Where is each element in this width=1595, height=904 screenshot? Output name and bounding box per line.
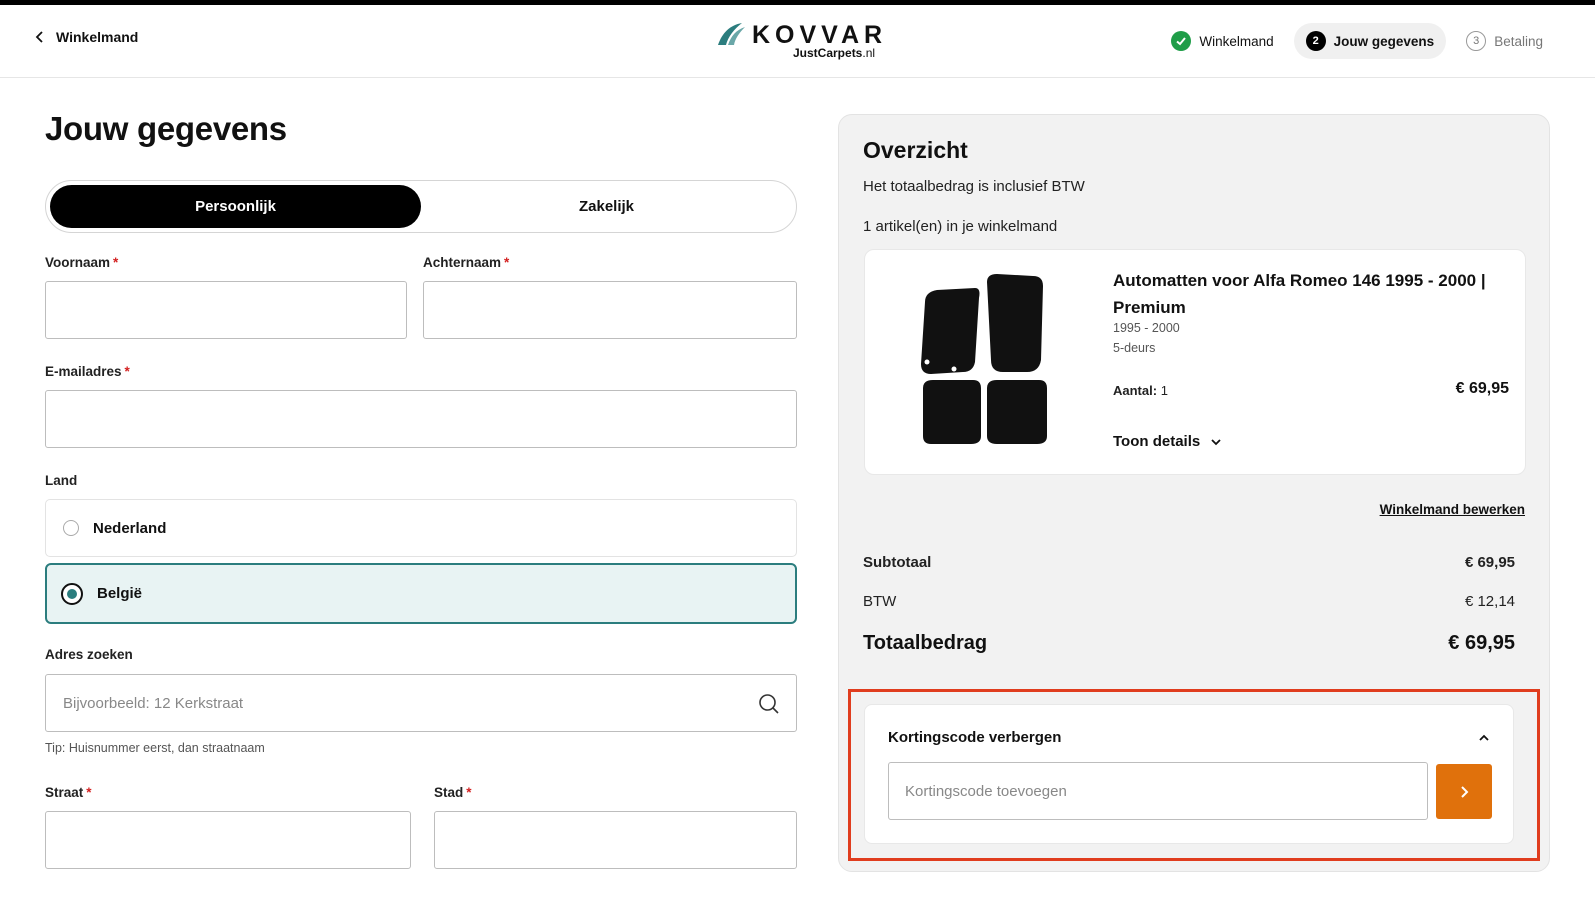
chevron-down-icon bbox=[1211, 438, 1221, 445]
item-doors: 5-deurs bbox=[1113, 341, 1156, 355]
back-to-cart-link[interactable]: Winkelmand bbox=[34, 29, 138, 45]
subtotal-label: Subtotaal bbox=[863, 554, 932, 571]
last-name-label: Achternaam * bbox=[423, 255, 510, 270]
first-name-field[interactable] bbox=[45, 281, 407, 339]
show-details-toggle[interactable]: Toon details bbox=[1113, 433, 1222, 450]
coupon-toggle[interactable]: Kortingscode verbergen bbox=[888, 729, 1061, 746]
logo-subtitle: JustCarpets.nl bbox=[793, 46, 876, 60]
step-details: 2 Jouw gegevens bbox=[1293, 23, 1447, 59]
street-field[interactable] bbox=[45, 811, 411, 869]
item-quantity: Aantal: 1 bbox=[1113, 383, 1168, 398]
tab-personal[interactable]: Persoonlijk bbox=[50, 185, 421, 228]
coupon-placeholder: Kortingscode toevoegen bbox=[905, 782, 1067, 800]
country-option-label: Nederland bbox=[93, 519, 167, 537]
country-option-label: België bbox=[97, 585, 143, 602]
kovvar-logo[interactable]: KOVVAR JustCarpets.nl bbox=[716, 19, 886, 63]
total-label: Totaalbedrag bbox=[863, 632, 988, 654]
total-value: € 69,95 bbox=[1448, 632, 1515, 654]
step-cart[interactable]: Winkelmand bbox=[1159, 23, 1285, 59]
radio-selected-icon bbox=[61, 582, 83, 605]
country-option-nederland[interactable]: Nederland bbox=[45, 499, 797, 557]
tab-business[interactable]: Zakelijk bbox=[421, 185, 792, 228]
step-payment: 3 Betaling bbox=[1454, 23, 1555, 59]
address-search-label: Adres zoeken bbox=[45, 647, 133, 662]
step-label: Betaling bbox=[1494, 33, 1543, 49]
coupon-code-input[interactable]: Kortingscode toevoegen bbox=[888, 762, 1428, 820]
city-label: Stad * bbox=[434, 785, 472, 800]
first-name-label: Voornaam * bbox=[45, 255, 119, 270]
checkout-steps: Winkelmand 2 Jouw gegevens 3 Betaling bbox=[1159, 23, 1555, 59]
email-field[interactable] bbox=[45, 390, 797, 448]
email-label: E-mailadres * bbox=[45, 364, 130, 379]
chevron-left-icon bbox=[35, 31, 43, 43]
edit-cart-link[interactable]: Winkelmand bewerken bbox=[1380, 502, 1525, 517]
show-details-label: Toon details bbox=[1113, 433, 1201, 450]
apply-coupon-button[interactable] bbox=[1436, 764, 1492, 819]
address-search-input[interactable]: Bijvoorbeeld: 12 Kerkstraat bbox=[45, 674, 797, 732]
cart-item: Automatten voor Alfa Romeo 146 1995 - 20… bbox=[864, 249, 1526, 475]
address-placeholder: Bijvoorbeeld: 12 Kerkstraat bbox=[63, 694, 244, 712]
logo-mark-icon bbox=[718, 23, 745, 45]
radio-icon bbox=[63, 520, 79, 536]
vat-label: BTW bbox=[863, 593, 897, 610]
chevron-right-icon bbox=[1461, 785, 1469, 798]
coupon-section: Kortingscode verbergen Kortingscode toev… bbox=[864, 704, 1514, 844]
step-label: Winkelmand bbox=[1199, 33, 1274, 49]
step-label: Jouw gegevens bbox=[1333, 33, 1435, 49]
total-row: Totaalbedrag € 69,95 bbox=[863, 632, 1515, 655]
vat-row: BTW € 12,14 bbox=[863, 593, 1515, 610]
country-option-belgie[interactable]: België bbox=[45, 563, 797, 624]
search-icon[interactable] bbox=[758, 693, 780, 715]
item-years: 1995 - 2000 bbox=[1113, 321, 1180, 335]
back-link-label: Winkelmand bbox=[56, 29, 139, 45]
coupon-highlight: Kortingscode verbergen Kortingscode toev… bbox=[848, 689, 1540, 861]
items-count: 1 artikel(en) in je winkelmand bbox=[863, 218, 1058, 235]
address-tip: Tip: Huisnummer eerst, dan straatnaam bbox=[45, 741, 265, 755]
subtotal-value: € 69,95 bbox=[1464, 554, 1515, 571]
step-number: 2 bbox=[1305, 31, 1326, 51]
city-field[interactable] bbox=[434, 811, 797, 869]
item-title: Automatten voor Alfa Romeo 146 1995 - 20… bbox=[1113, 271, 1486, 317]
details-form: Jouw gegevens Persoonlijk Zakelijk Voorn… bbox=[45, 110, 800, 869]
check-icon bbox=[1171, 31, 1192, 51]
last-name-field[interactable] bbox=[423, 281, 797, 339]
item-price: € 69,95 bbox=[1455, 380, 1509, 397]
page-title: Jouw gegevens bbox=[45, 110, 287, 147]
chevron-up-icon[interactable] bbox=[1477, 731, 1491, 745]
step-number: 3 bbox=[1466, 31, 1487, 51]
vat-note: Het totaalbedrag is inclusief BTW bbox=[863, 178, 1085, 195]
country-label: Land bbox=[45, 473, 78, 488]
order-overview: Overzicht Het totaalbedrag is inclusief … bbox=[838, 114, 1550, 872]
subtotal-row: Subtotaal € 69,95 bbox=[863, 554, 1515, 571]
vat-value: € 12,14 bbox=[1464, 593, 1515, 610]
street-label: Straat * bbox=[45, 785, 92, 800]
overview-title: Overzicht bbox=[863, 137, 968, 163]
customer-type-toggle: Persoonlijk Zakelijk bbox=[45, 180, 797, 233]
car-mats-image bbox=[921, 274, 1047, 444]
checkout-header: Winkelmand KOVVAR JustCarpets.nl Winkelm… bbox=[0, 5, 1595, 78]
